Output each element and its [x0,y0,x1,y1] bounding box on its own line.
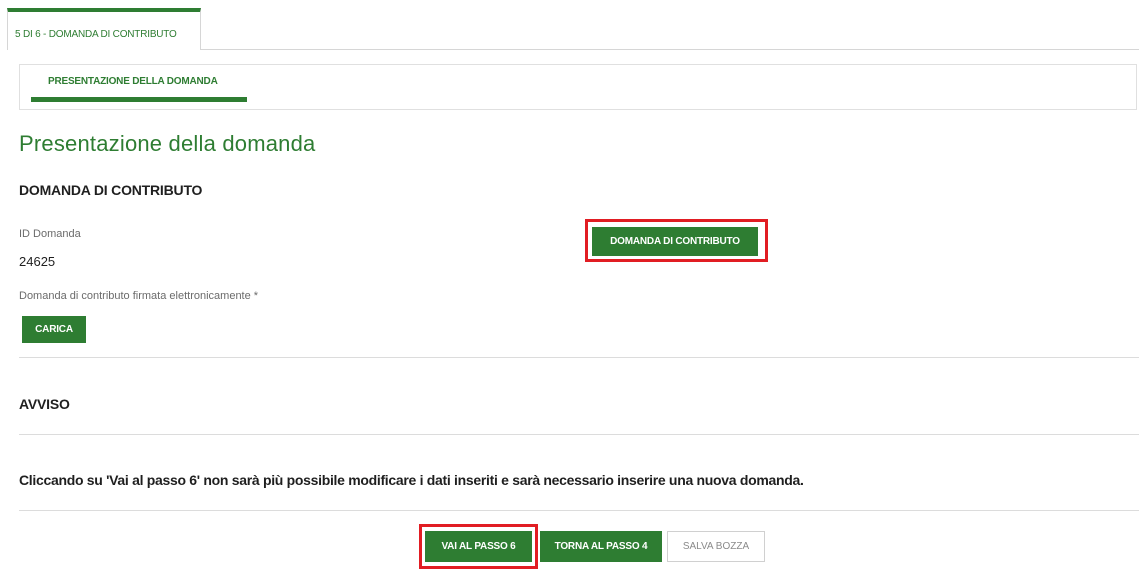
tab-divider [201,49,1139,50]
id-domanda-value: 24625 [19,254,56,269]
subtab-bar [19,64,1137,110]
carica-button[interactable]: CARICA [22,316,86,343]
section-divider [19,434,1139,435]
torna-al-passo-4-button[interactable]: TORNA AL PASSO 4 [540,531,662,562]
section-title-avviso: AVVISO [19,396,70,412]
step-tab-label: 5 DI 6 - DOMANDA DI CONTRIBUTO [15,29,177,40]
section-divider [19,357,1139,358]
footer-divider [19,510,1139,511]
section-title-domanda: DOMANDA DI CONTRIBUTO [19,182,203,198]
subtab-active-indicator [31,97,247,102]
id-domanda-label: ID Domanda [19,228,81,240]
highlight-box [585,219,768,262]
page-title: Presentazione della domanda [19,131,316,156]
highlight-box [419,524,538,569]
step-tab[interactable]: 5 DI 6 - DOMANDA DI CONTRIBUTO [7,8,201,50]
signed-file-label: Domanda di contributo firmata elettronic… [19,290,259,302]
avviso-message: Cliccando su 'Vai al passo 6' non sarà p… [19,472,804,488]
subtab-presentazione[interactable]: PRESENTAZIONE DELLA DOMANDA [48,76,218,87]
salva-bozza-button[interactable]: SALVA BOZZA [667,531,765,562]
